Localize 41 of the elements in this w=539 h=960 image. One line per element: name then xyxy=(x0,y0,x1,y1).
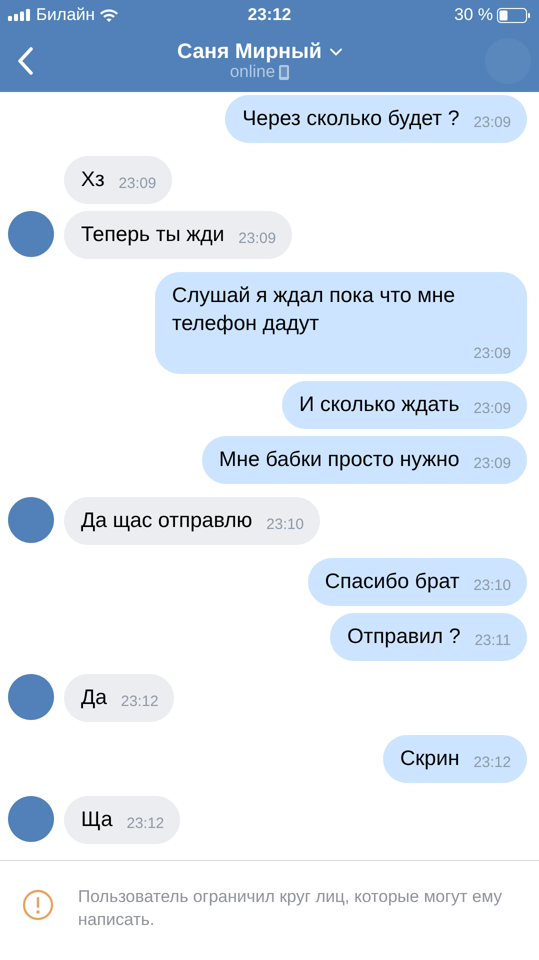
sender-avatar[interactable] xyxy=(8,497,54,543)
warning-icon xyxy=(22,889,54,921)
back-icon[interactable] xyxy=(16,46,34,76)
message-text: Слушай я ждал пока что мне телефон дадут xyxy=(172,283,456,337)
message-text: Да xyxy=(81,685,107,711)
message-time: 23:09 xyxy=(118,174,156,194)
message-time: 23:12 xyxy=(473,753,511,773)
message-time: 23:12 xyxy=(120,692,158,712)
sender-avatar[interactable] xyxy=(8,674,54,720)
message-time: 23:10 xyxy=(266,515,304,535)
battery-percent: 30 % xyxy=(454,4,494,26)
message-time: 23:11 xyxy=(474,631,511,651)
message-time: 23:10 xyxy=(473,576,511,596)
message-time: 23:12 xyxy=(126,814,164,834)
message-text: Скрин xyxy=(400,746,460,772)
message-time: 23:09 xyxy=(238,229,276,249)
chevron-down-icon[interactable] xyxy=(330,48,342,56)
message-time: 23:09 xyxy=(473,113,511,133)
message-text: Через сколько будет ? xyxy=(242,106,460,132)
message-text: Да щас отправлю xyxy=(81,508,252,534)
restriction-notice: Пользователь ограничил круг лиц, которые могут ему написать. xyxy=(78,886,504,931)
contact-name[interactable]: Саня Мирный xyxy=(177,40,322,64)
signal-icon xyxy=(8,9,32,21)
message-time: 23:09 xyxy=(473,344,511,364)
message-text: Хз xyxy=(81,167,105,193)
message-text: Ща xyxy=(81,807,113,833)
phone-icon xyxy=(279,65,290,80)
carrier-name: Билайн xyxy=(36,4,95,26)
sender-avatar[interactable] xyxy=(8,796,54,842)
clock-time: 23:12 xyxy=(248,4,292,26)
message-text: Спасибо брат xyxy=(324,569,460,595)
battery-icon xyxy=(497,8,532,22)
message-time: 23:09 xyxy=(473,454,511,474)
message-text: Теперь ты жди xyxy=(81,222,224,248)
online-status: online xyxy=(230,63,276,82)
message-text: Мне бабки просто нужно xyxy=(219,447,460,473)
wifi-icon xyxy=(98,8,119,22)
message-time: 23:09 xyxy=(473,399,511,419)
sender-avatar[interactable] xyxy=(8,211,54,257)
message-text: Отправил ? xyxy=(347,624,461,650)
message-text: И сколько ждать xyxy=(299,392,460,418)
